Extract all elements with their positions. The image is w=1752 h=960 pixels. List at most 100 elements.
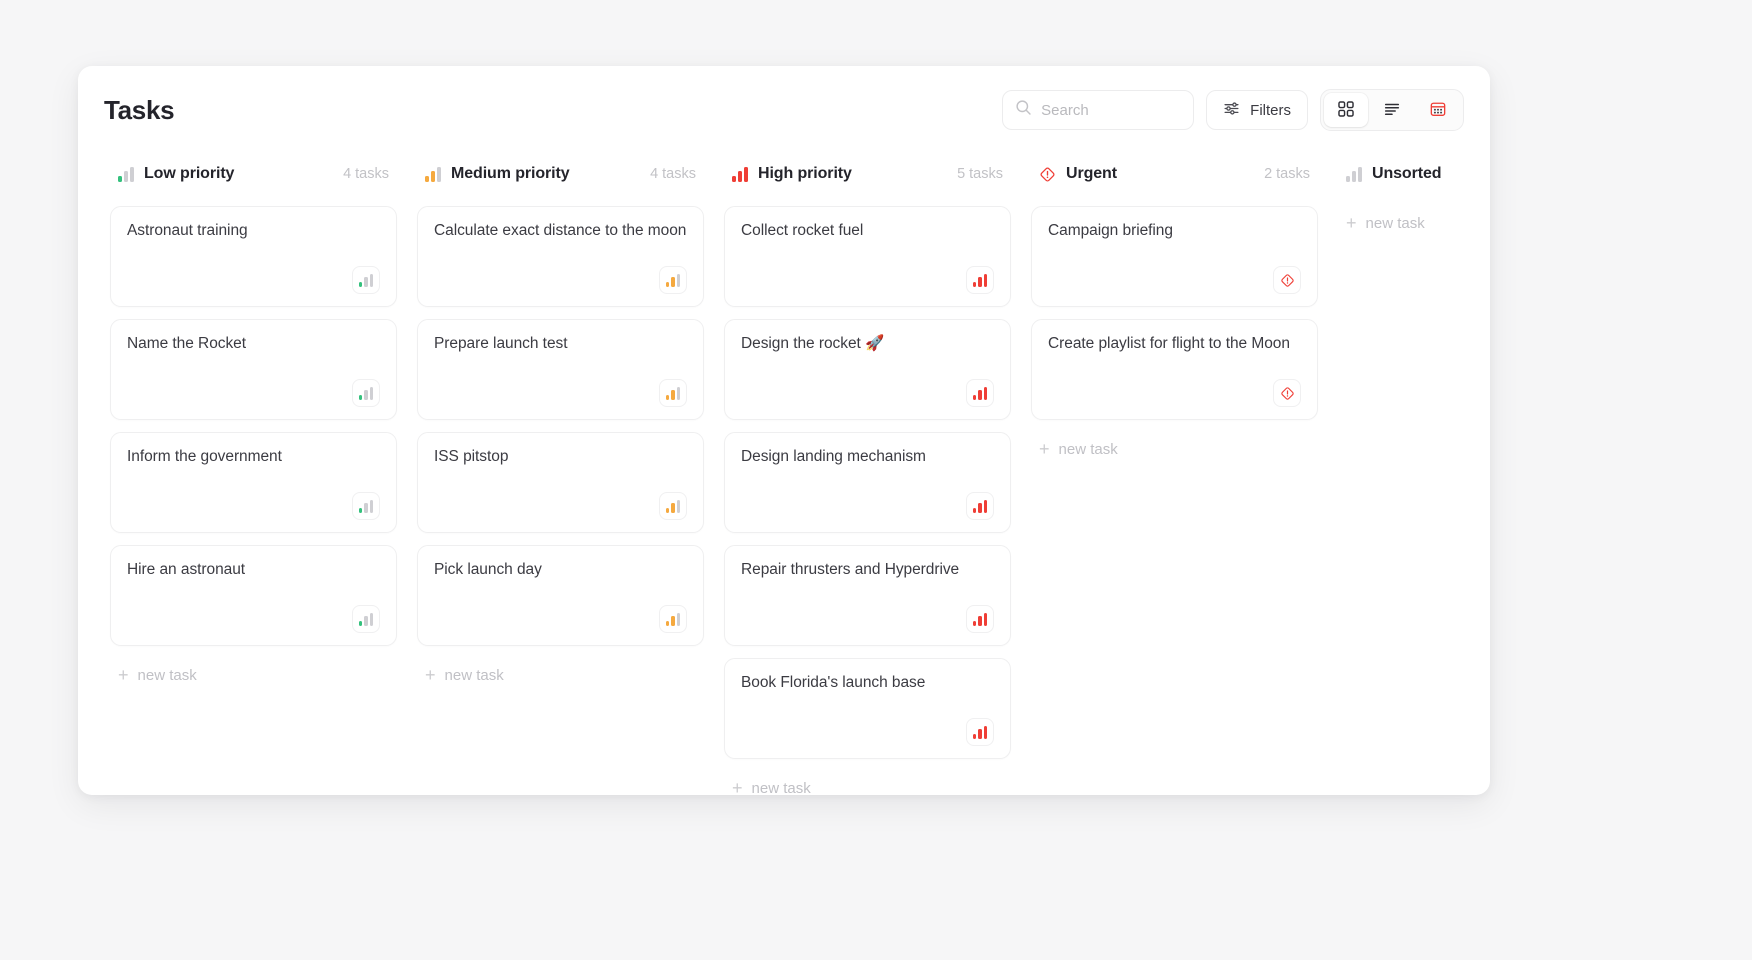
column-title: High priority [758, 165, 852, 182]
urgent-alert-icon [1039, 166, 1056, 183]
task-priority-badge[interactable] [966, 605, 994, 633]
column-title: Unsorted [1372, 165, 1442, 182]
new-task-button-urgent[interactable]: + new task [1031, 432, 1126, 466]
column-header-unsorted: Unsorted [1338, 154, 1490, 194]
task-priority-badge[interactable] [352, 605, 380, 633]
priority-bars-medium-icon [665, 612, 681, 626]
column-task-count: 5 tasks [957, 166, 1003, 182]
column-header-high: High priority 5 tasks [724, 154, 1011, 194]
task-priority-badge[interactable] [659, 266, 687, 294]
new-task-label: new task [137, 666, 197, 684]
priority-bars-medium-icon [425, 166, 441, 182]
board-view-button[interactable] [1324, 93, 1368, 127]
task-card-footer [434, 254, 687, 294]
page-title: Tasks [104, 94, 175, 125]
column-task-count: 2 tasks [1264, 166, 1310, 182]
task-card-footer [741, 254, 994, 294]
plus-icon: + [1039, 439, 1050, 459]
priority-bars-high-icon [972, 499, 988, 513]
task-card[interactable]: Create playlist for flight to the Moon [1031, 319, 1318, 420]
search-box[interactable] [1002, 90, 1195, 130]
priority-bars-low-icon [358, 386, 374, 400]
task-card-title: Book Florida's launch base [741, 674, 926, 691]
task-priority-badge[interactable] [1273, 266, 1301, 294]
priority-bars-medium-icon [665, 273, 681, 287]
task-card-footer [1048, 367, 1301, 407]
column-unsorted: Unsorted + new task [1328, 154, 1490, 240]
task-card[interactable]: ISS pitstop [417, 432, 704, 533]
task-card[interactable]: Astronaut training [110, 206, 397, 307]
task-card[interactable]: Inform the government [110, 432, 397, 533]
kanban-board: Low priority 4 tasks Astronaut training Nam… [78, 154, 1490, 795]
priority-bars-medium-icon [665, 499, 681, 513]
filters-button[interactable]: Filters [1206, 90, 1308, 130]
task-card[interactable]: Book Florida's launch base [724, 658, 1011, 759]
urgent-alert-icon [1280, 273, 1295, 288]
task-priority-badge[interactable] [352, 379, 380, 407]
task-card-footer [434, 367, 687, 407]
plus-icon: + [732, 778, 743, 795]
task-card[interactable]: Design landing mechanism [724, 432, 1011, 533]
task-priority-badge[interactable] [966, 379, 994, 407]
task-card-title: Astronaut training [127, 222, 248, 239]
task-priority-badge[interactable] [659, 492, 687, 520]
priority-bars-high-icon [972, 386, 988, 400]
task-card-title: Collect rocket fuel [741, 222, 864, 239]
task-card[interactable]: Campaign briefing [1031, 206, 1318, 307]
new-task-button-unsorted[interactable]: + new task [1338, 206, 1433, 240]
list-view-button[interactable] [1370, 93, 1414, 127]
task-card-title: Campaign briefing [1048, 222, 1173, 239]
search-icon [1015, 99, 1032, 121]
task-card-footer [1048, 254, 1301, 294]
priority-bars-medium-icon [665, 386, 681, 400]
list-icon [1383, 100, 1401, 121]
task-card-title: Design the rocket 🚀 [741, 335, 885, 352]
task-card[interactable]: Design the rocket 🚀 [724, 319, 1011, 420]
task-card[interactable]: Calculate exact distance to the moon [417, 206, 704, 307]
task-card[interactable]: Pick launch day [417, 545, 704, 646]
grid-icon [1337, 100, 1355, 121]
new-task-button-medium[interactable]: + new task [417, 658, 512, 692]
task-card[interactable]: Hire an astronaut [110, 545, 397, 646]
new-task-label: new task [444, 666, 504, 684]
task-card[interactable]: Collect rocket fuel [724, 206, 1011, 307]
new-task-label: new task [1058, 440, 1118, 458]
app-header: Tasks Search Filters [78, 66, 1490, 154]
task-priority-badge[interactable] [352, 266, 380, 294]
priority-bars-high-icon [972, 273, 988, 287]
task-priority-badge[interactable] [352, 492, 380, 520]
priority-bars-low-icon [358, 612, 374, 626]
new-task-button-high[interactable]: + new task [724, 771, 819, 795]
calendar-icon [1429, 100, 1447, 121]
column-urgent: Urgent 2 tasks Campaign briefing Create pla… [1021, 154, 1328, 466]
column-title: Medium priority [451, 165, 570, 182]
task-priority-badge[interactable] [659, 605, 687, 633]
priority-bars-high-icon [732, 166, 748, 182]
task-card-title: Design landing mechanism [741, 448, 926, 465]
column-task-count: 4 tasks [650, 166, 696, 182]
new-task-label: new task [751, 779, 811, 796]
calendar-view-button[interactable] [1416, 93, 1460, 127]
task-priority-badge[interactable] [966, 492, 994, 520]
column-task-count: 4 tasks [343, 166, 389, 182]
task-card-footer [741, 706, 994, 746]
column-medium: Medium priority 4 tasks Calculate exact di… [407, 154, 714, 692]
task-card-footer [127, 593, 380, 633]
view-toggle-group [1320, 89, 1464, 131]
column-low: Low priority 4 tasks Astronaut training Nam… [100, 154, 407, 692]
new-task-button-low[interactable]: + new task [110, 658, 205, 692]
task-card[interactable]: Name the Rocket [110, 319, 397, 420]
task-priority-badge[interactable] [966, 718, 994, 746]
task-priority-badge[interactable] [966, 266, 994, 294]
task-priority-badge[interactable] [1273, 379, 1301, 407]
task-card[interactable]: Repair thrusters and Hyperdrive [724, 545, 1011, 646]
priority-bars-high-icon [972, 612, 988, 626]
task-priority-badge[interactable] [659, 379, 687, 407]
plus-icon: + [425, 665, 436, 685]
search-input[interactable] [1041, 101, 1182, 119]
task-card-title: Repair thrusters and Hyperdrive [741, 561, 960, 578]
priority-bars-low-icon [118, 166, 134, 182]
priority-bars-low-icon [358, 273, 374, 287]
task-card[interactable]: Prepare launch test [417, 319, 704, 420]
column-title: Urgent [1066, 165, 1117, 182]
